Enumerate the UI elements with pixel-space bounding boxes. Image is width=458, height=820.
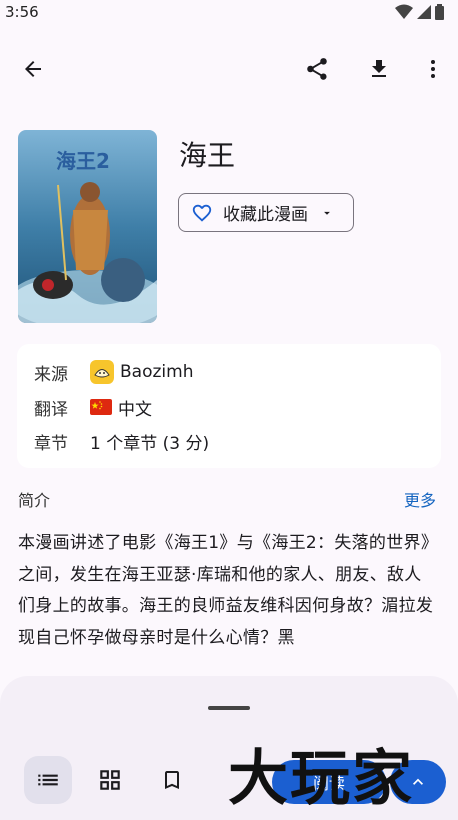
grid-view-tab[interactable] (86, 756, 134, 804)
list-icon (38, 774, 58, 786)
signal-icon (417, 5, 431, 19)
sheet-drag-handle[interactable] (208, 706, 250, 710)
status-time: 3:56 (5, 3, 39, 21)
translation-row: 翻译 中文 (34, 393, 152, 421)
source-row[interactable]: 来源 Baozimh (34, 358, 193, 386)
intro-more-link[interactable]: 更多 (404, 487, 436, 511)
watermark: 大玩家 (228, 744, 414, 814)
source-key: 来源 (34, 364, 68, 385)
intro-description: 本漫画讲述了电影《海王1》与《海王2：失落的世界》之间，发生在海王亚瑟·库瑞和他… (18, 533, 434, 648)
download-button[interactable] (364, 54, 394, 84)
chapter-list-tab[interactable] (24, 756, 72, 804)
status-bar: 3:56 (0, 0, 458, 26)
wifi-icon (395, 4, 413, 19)
top-toolbar (0, 44, 458, 94)
cover-logo-text: 海王2 (56, 149, 110, 173)
source-value: Baozimh (120, 362, 194, 382)
more-options-button[interactable] (418, 54, 448, 84)
bookmark-tab[interactable] (148, 756, 196, 804)
intro-title: 简介 (18, 491, 51, 510)
favorite-button[interactable]: 收藏此漫画 (178, 193, 354, 232)
cover-art: 海王2 (18, 130, 157, 323)
baozimh-logo-icon (90, 360, 114, 384)
bookmark-icon (165, 771, 179, 789)
manga-title: 海王 (179, 139, 236, 172)
status-icons (395, 4, 444, 20)
dropdown-arrow-icon (324, 211, 330, 215)
favorite-label: 收藏此漫画 (223, 205, 308, 225)
translation-key: 翻译 (34, 399, 68, 420)
chapters-row[interactable]: 章节 1 个章节 (3 分) (34, 427, 209, 455)
more-vert-icon (431, 60, 435, 78)
grid-icon (100, 770, 120, 790)
share-icon (307, 58, 327, 80)
share-button[interactable] (302, 54, 332, 84)
arrow-back-icon (25, 61, 41, 77)
back-button[interactable] (18, 54, 48, 84)
chapters-value: 1 个章节 (3 分) (90, 433, 210, 454)
battery-icon (435, 4, 444, 20)
china-flag-icon (90, 399, 112, 415)
heart-outline-icon (192, 204, 212, 222)
download-icon (372, 60, 386, 77)
cover-image[interactable]: 海王2 (18, 130, 157, 323)
translation-value: 中文 (118, 399, 152, 420)
chapters-key: 章节 (34, 433, 68, 454)
info-card: 来源 Baozimh 翻译 中文 章节 1 个章节 (3 分) (17, 344, 441, 468)
